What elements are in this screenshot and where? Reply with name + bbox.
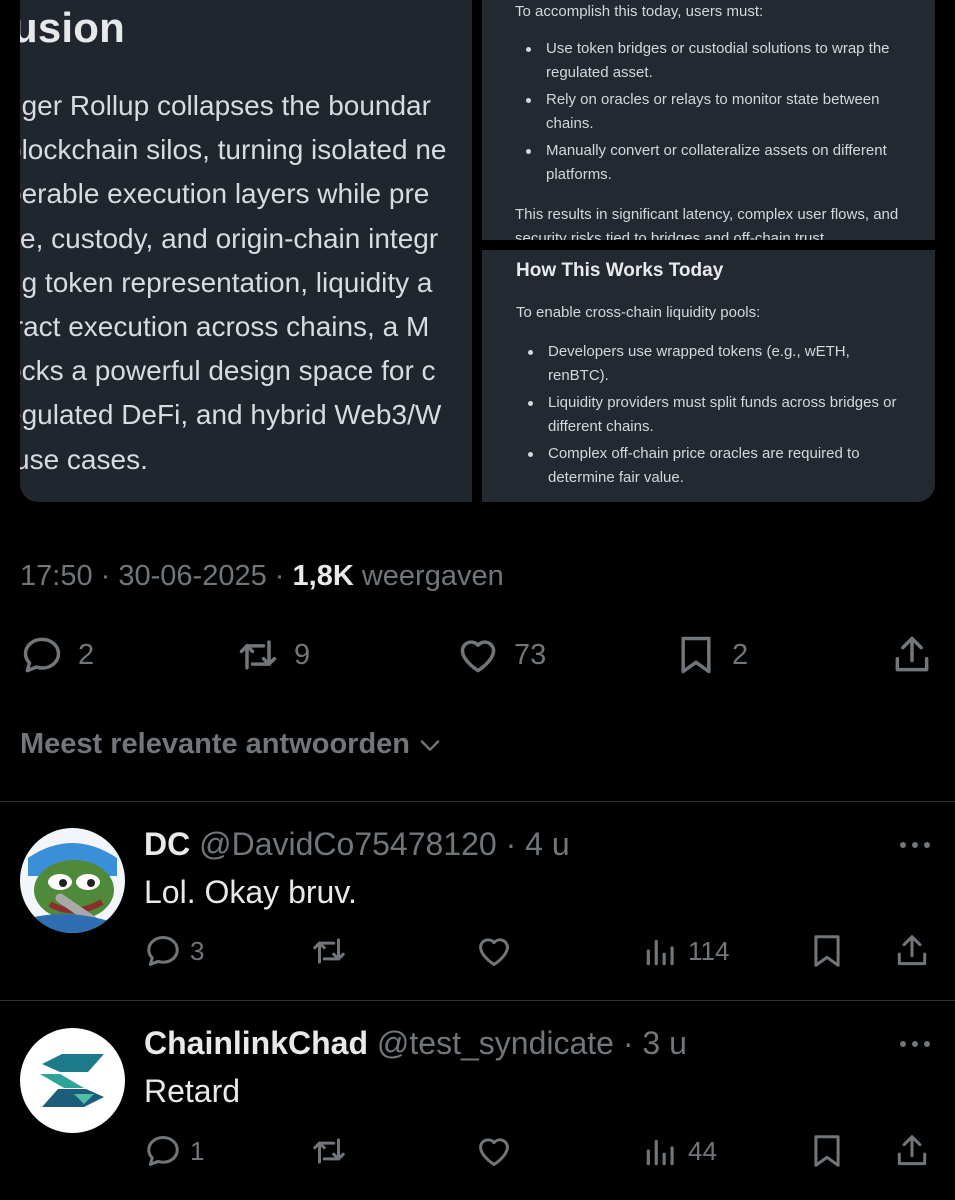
reply-button[interactable]: 3 bbox=[144, 932, 204, 970]
repost-button[interactable] bbox=[310, 932, 348, 970]
image-bullet-list: Use token bridges or custodial solutions… bbox=[508, 37, 908, 190]
repost-button[interactable]: 9 bbox=[236, 632, 310, 678]
image-text-line: perable execution layers while pre bbox=[20, 178, 430, 209]
reply-count: 3 bbox=[190, 935, 205, 966]
image-intro-text: To accomplish this today, users must: bbox=[515, 3, 764, 20]
like-button[interactable] bbox=[475, 1132, 513, 1170]
image-bullet: Liquidity providers must split funds acr… bbox=[510, 391, 910, 439]
image-bullet: Developers use wrapped tokens (e.g., wET… bbox=[510, 340, 910, 388]
bookmark-icon bbox=[814, 1135, 840, 1167]
image-text-line: ce, custody, and origin-chain integr bbox=[20, 223, 439, 254]
reply-sort-dropdown[interactable]: Meest relevante antwoorden bbox=[20, 728, 444, 761]
bookmark-count: 2 bbox=[732, 638, 749, 671]
reply-header: DC @DavidCo75478120 · 4 u bbox=[144, 826, 570, 863]
image-text-line: ocks a powerful design space for c bbox=[20, 355, 436, 386]
repost-count: 9 bbox=[294, 638, 311, 671]
meta-separator: · bbox=[100, 560, 111, 592]
post-image-left[interactable]: usion dger Rollup collapses the boundar … bbox=[20, 0, 472, 502]
header-separator: · bbox=[496, 826, 526, 862]
post-image-bottom-right[interactable]: How This Works Today To enable cross-cha… bbox=[482, 250, 935, 502]
image-text-line: dger Rollup collapses the boundar bbox=[20, 90, 431, 121]
pepe-avatar-image bbox=[20, 828, 125, 933]
author-handle[interactable]: @DavidCo75478120 bbox=[199, 826, 497, 862]
views-label: weergaven bbox=[361, 560, 504, 592]
divider bbox=[0, 1000, 955, 1001]
image-text-line: use cases. bbox=[20, 444, 148, 475]
reply-text: Lol. Okay bruv. bbox=[144, 874, 357, 910]
bookmark-button[interactable]: 2 bbox=[674, 632, 748, 678]
reply-button[interactable]: 2 bbox=[20, 632, 94, 678]
repost-icon bbox=[313, 938, 345, 964]
sort-label: Meest relevante antwoorden bbox=[20, 728, 410, 760]
avatar[interactable] bbox=[20, 1028, 125, 1133]
image-heading: usion bbox=[20, 4, 125, 51]
image-intro-text: To enable cross-chain liquidity pools: bbox=[516, 304, 761, 321]
post-image-grid[interactable]: usion dger Rollup collapses the boundar … bbox=[20, 0, 935, 502]
image-bullet: Rely on oracles or relays to monitor sta… bbox=[508, 88, 908, 136]
share-icon bbox=[895, 636, 929, 672]
like-button[interactable] bbox=[475, 932, 513, 970]
author-handle[interactable]: @test_syndicate bbox=[377, 1025, 614, 1061]
bookmark-icon bbox=[814, 935, 840, 967]
post-meta: 17:50 · 30-06-2025 · 1,8K weergaven bbox=[20, 560, 504, 593]
reply-icon bbox=[147, 936, 179, 966]
analytics-icon bbox=[646, 939, 674, 966]
heart-icon bbox=[479, 938, 509, 966]
reply-count: 1 bbox=[190, 1135, 205, 1166]
share-icon bbox=[897, 935, 927, 966]
reply-header: ChainlinkChad @test_syndicate · 3 u bbox=[144, 1025, 687, 1062]
reply-time[interactable]: 3 u bbox=[642, 1025, 686, 1061]
share-icon bbox=[897, 1135, 927, 1166]
reply-time[interactable]: 4 u bbox=[525, 826, 569, 862]
reply-text: Retard bbox=[144, 1073, 241, 1109]
heart-icon bbox=[479, 1138, 509, 1166]
reply-button[interactable]: 1 bbox=[144, 1132, 204, 1170]
views-count: 44 bbox=[688, 1135, 717, 1166]
image-bullet: Manually convert or collateralize assets… bbox=[508, 139, 908, 187]
image-section-title: How This Works Today bbox=[516, 260, 724, 281]
header-separator: · bbox=[613, 1025, 643, 1061]
like-button[interactable]: 73 bbox=[456, 632, 546, 678]
syndicate-logo-avatar bbox=[20, 1028, 125, 1133]
post-date[interactable]: 30-06-2025 bbox=[118, 560, 266, 592]
bookmark-button[interactable] bbox=[808, 932, 846, 970]
image-text-line: ng token representation, liquidity a bbox=[20, 267, 433, 298]
repost-icon bbox=[313, 1138, 345, 1164]
avatar[interactable] bbox=[20, 828, 125, 933]
chevron-down-icon bbox=[420, 739, 440, 751]
like-count: 73 bbox=[514, 638, 547, 671]
author-name[interactable]: DC bbox=[144, 826, 190, 862]
reply-icon bbox=[23, 637, 61, 673]
views-button[interactable]: 44 bbox=[642, 1132, 717, 1170]
views-count: 114 bbox=[688, 935, 730, 966]
image-text-line: tract execution across chains, a M bbox=[20, 311, 430, 342]
analytics-icon bbox=[646, 1139, 674, 1166]
image-outro-text: This results in significant latency, com… bbox=[515, 206, 899, 240]
image-text-line: blockchain silos, turning isolated ne bbox=[20, 134, 447, 165]
views-count: 1,8K bbox=[292, 560, 354, 592]
share-button[interactable] bbox=[890, 632, 934, 678]
image-text-line: egulated DeFi, and hybrid Web3/W bbox=[20, 399, 442, 430]
meta-separator: · bbox=[274, 560, 285, 592]
post-time[interactable]: 17:50 bbox=[20, 560, 93, 592]
more-options-icon[interactable] bbox=[899, 840, 931, 850]
repost-button[interactable] bbox=[310, 1132, 348, 1170]
image-bullet: Complex off-chain price oracles are requ… bbox=[510, 442, 910, 490]
image-bullet-list: Developers use wrapped tokens (e.g., wET… bbox=[510, 340, 910, 493]
reply-count: 2 bbox=[78, 638, 95, 671]
share-button[interactable] bbox=[893, 932, 931, 970]
image-bullet: Use token bridges or custodial solutions… bbox=[508, 37, 908, 85]
share-button[interactable] bbox=[893, 1132, 931, 1170]
heart-icon bbox=[460, 640, 496, 673]
bookmark-icon bbox=[681, 636, 711, 674]
post-image-top-right[interactable]: To accomplish this today, users must: Us… bbox=[482, 0, 935, 240]
author-name[interactable]: ChainlinkChad bbox=[144, 1025, 368, 1061]
repost-icon bbox=[239, 640, 277, 670]
reply-icon bbox=[147, 1136, 179, 1166]
bookmark-button[interactable] bbox=[808, 1132, 846, 1170]
views-button[interactable]: 114 bbox=[642, 932, 729, 970]
divider bbox=[0, 801, 955, 802]
more-options-icon[interactable] bbox=[899, 1039, 931, 1049]
